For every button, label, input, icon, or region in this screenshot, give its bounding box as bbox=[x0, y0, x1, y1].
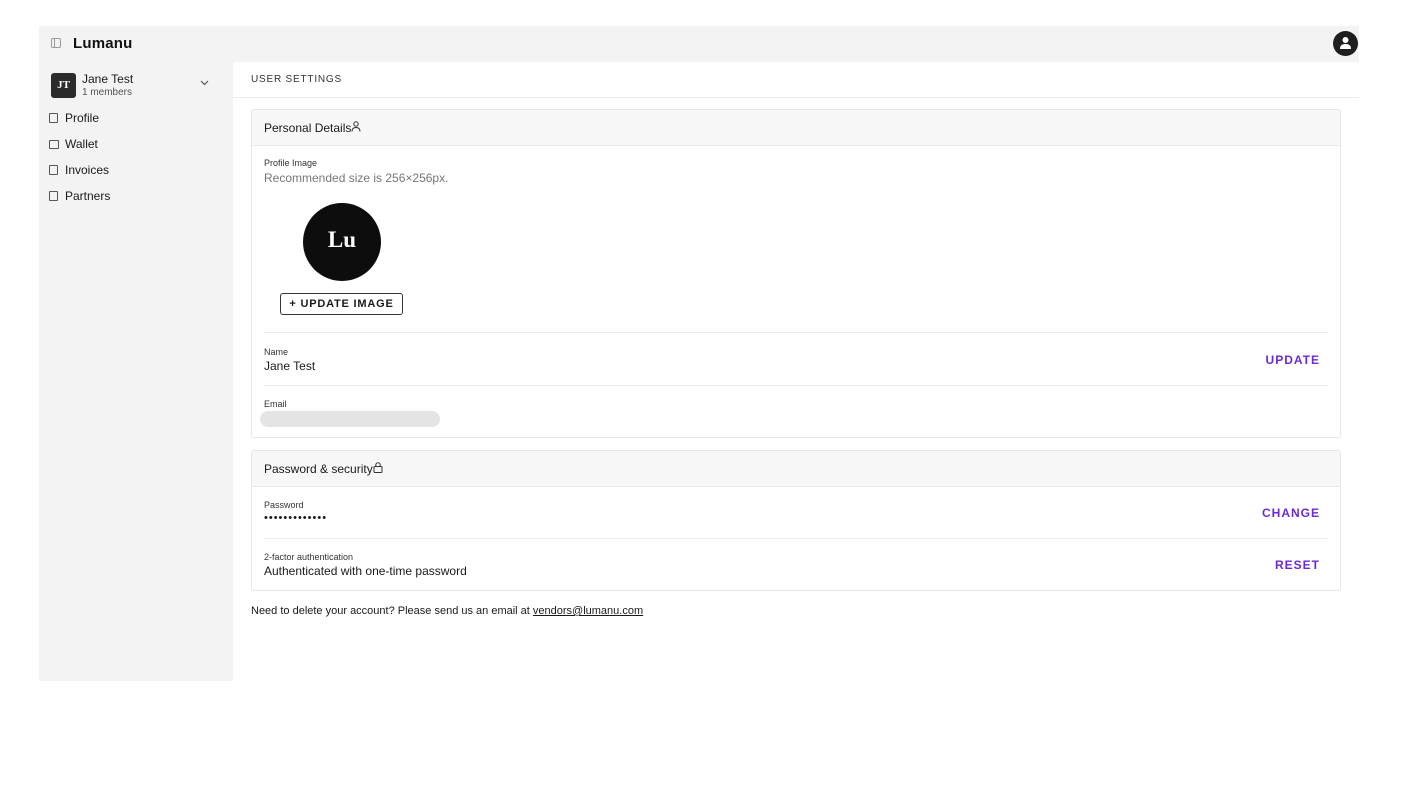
email-label: Email bbox=[264, 399, 287, 409]
partners-icon bbox=[49, 191, 58, 201]
org-members-count: 1 members bbox=[82, 87, 133, 98]
sidebar: JT Jane Test 1 members Profile Wallet In… bbox=[39, 62, 233, 681]
sidebar-item-wallet[interactable]: Wallet bbox=[49, 138, 219, 164]
sidebar-item-invoices[interactable]: Invoices bbox=[49, 164, 219, 190]
change-password-button[interactable]: CHANGE bbox=[1262, 506, 1320, 520]
password-value: ••••••••••••• bbox=[264, 512, 328, 524]
password-security-title: Password & security bbox=[264, 462, 373, 476]
wallet-icon bbox=[49, 140, 59, 149]
lock-icon bbox=[373, 462, 383, 473]
personal-details-header: Personal Details bbox=[252, 110, 1340, 146]
update-image-button[interactable]: + UPDATE IMAGE bbox=[280, 293, 403, 315]
support-email-link[interactable]: vendors@lumanu.com bbox=[533, 605, 643, 617]
password-label: Password bbox=[264, 500, 304, 510]
user-icon bbox=[1340, 37, 1351, 49]
org-switcher[interactable]: JT Jane Test 1 members bbox=[51, 72, 211, 98]
reset-twofa-button[interactable]: RESET bbox=[1275, 558, 1320, 572]
password-security-card: Password & security Password •••••••••••… bbox=[251, 450, 1341, 591]
password-security-header: Password & security bbox=[252, 451, 1340, 487]
personal-details-title: Personal Details bbox=[264, 121, 352, 135]
divider bbox=[264, 385, 1328, 386]
invoice-icon bbox=[49, 165, 58, 175]
main-content: USER SETTINGS Personal Details Profile I… bbox=[233, 62, 1359, 681]
page-title: USER SETTINGS bbox=[251, 74, 342, 85]
sidebar-item-label: Partners bbox=[65, 189, 111, 203]
org-avatar: JT bbox=[51, 73, 76, 98]
update-name-button[interactable]: UPDATE bbox=[1266, 353, 1320, 367]
page-header: USER SETTINGS bbox=[233, 62, 1359, 98]
profile-image-help: Recommended size is 256×256px. bbox=[264, 171, 449, 185]
person-icon bbox=[351, 121, 361, 132]
sidebar-item-label: Wallet bbox=[65, 137, 98, 151]
twofa-value: Authenticated with one-time password bbox=[264, 564, 467, 578]
profile-image-initials: Lu bbox=[327, 227, 357, 252]
delete-account-note: Need to delete your account? Please send… bbox=[251, 605, 643, 617]
profile-icon bbox=[49, 113, 58, 123]
brand-logo: Lumanu bbox=[73, 35, 133, 52]
email-value-placeholder bbox=[260, 411, 440, 427]
divider bbox=[264, 538, 1328, 539]
sidebar-item-profile[interactable]: Profile bbox=[49, 112, 219, 138]
twofa-label: 2-factor authentication bbox=[264, 552, 354, 562]
divider bbox=[264, 332, 1328, 333]
app-window: Lumanu JT Jane Test 1 members Profile Wa bbox=[39, 26, 1359, 681]
profile-image: Lu bbox=[303, 203, 381, 281]
delete-account-text: Need to delete your account? Please send… bbox=[251, 605, 533, 617]
profile-image-label: Profile Image bbox=[264, 158, 318, 168]
sidebar-item-partners[interactable]: Partners bbox=[49, 190, 219, 216]
sidebar-item-label: Profile bbox=[65, 111, 100, 125]
name-value: Jane Test bbox=[264, 359, 316, 373]
personal-details-card: Personal Details Profile Image Recommend… bbox=[251, 109, 1341, 438]
chevron-down-icon bbox=[200, 80, 209, 86]
sidebar-toggle-icon[interactable] bbox=[51, 38, 61, 48]
top-bar: Lumanu bbox=[39, 26, 1359, 62]
user-account-button[interactable] bbox=[1333, 31, 1358, 56]
org-name: Jane Test bbox=[82, 72, 134, 86]
name-label: Name bbox=[264, 347, 289, 357]
sidebar-nav: Profile Wallet Invoices Partners bbox=[49, 112, 219, 216]
sidebar-item-label: Invoices bbox=[65, 163, 110, 177]
